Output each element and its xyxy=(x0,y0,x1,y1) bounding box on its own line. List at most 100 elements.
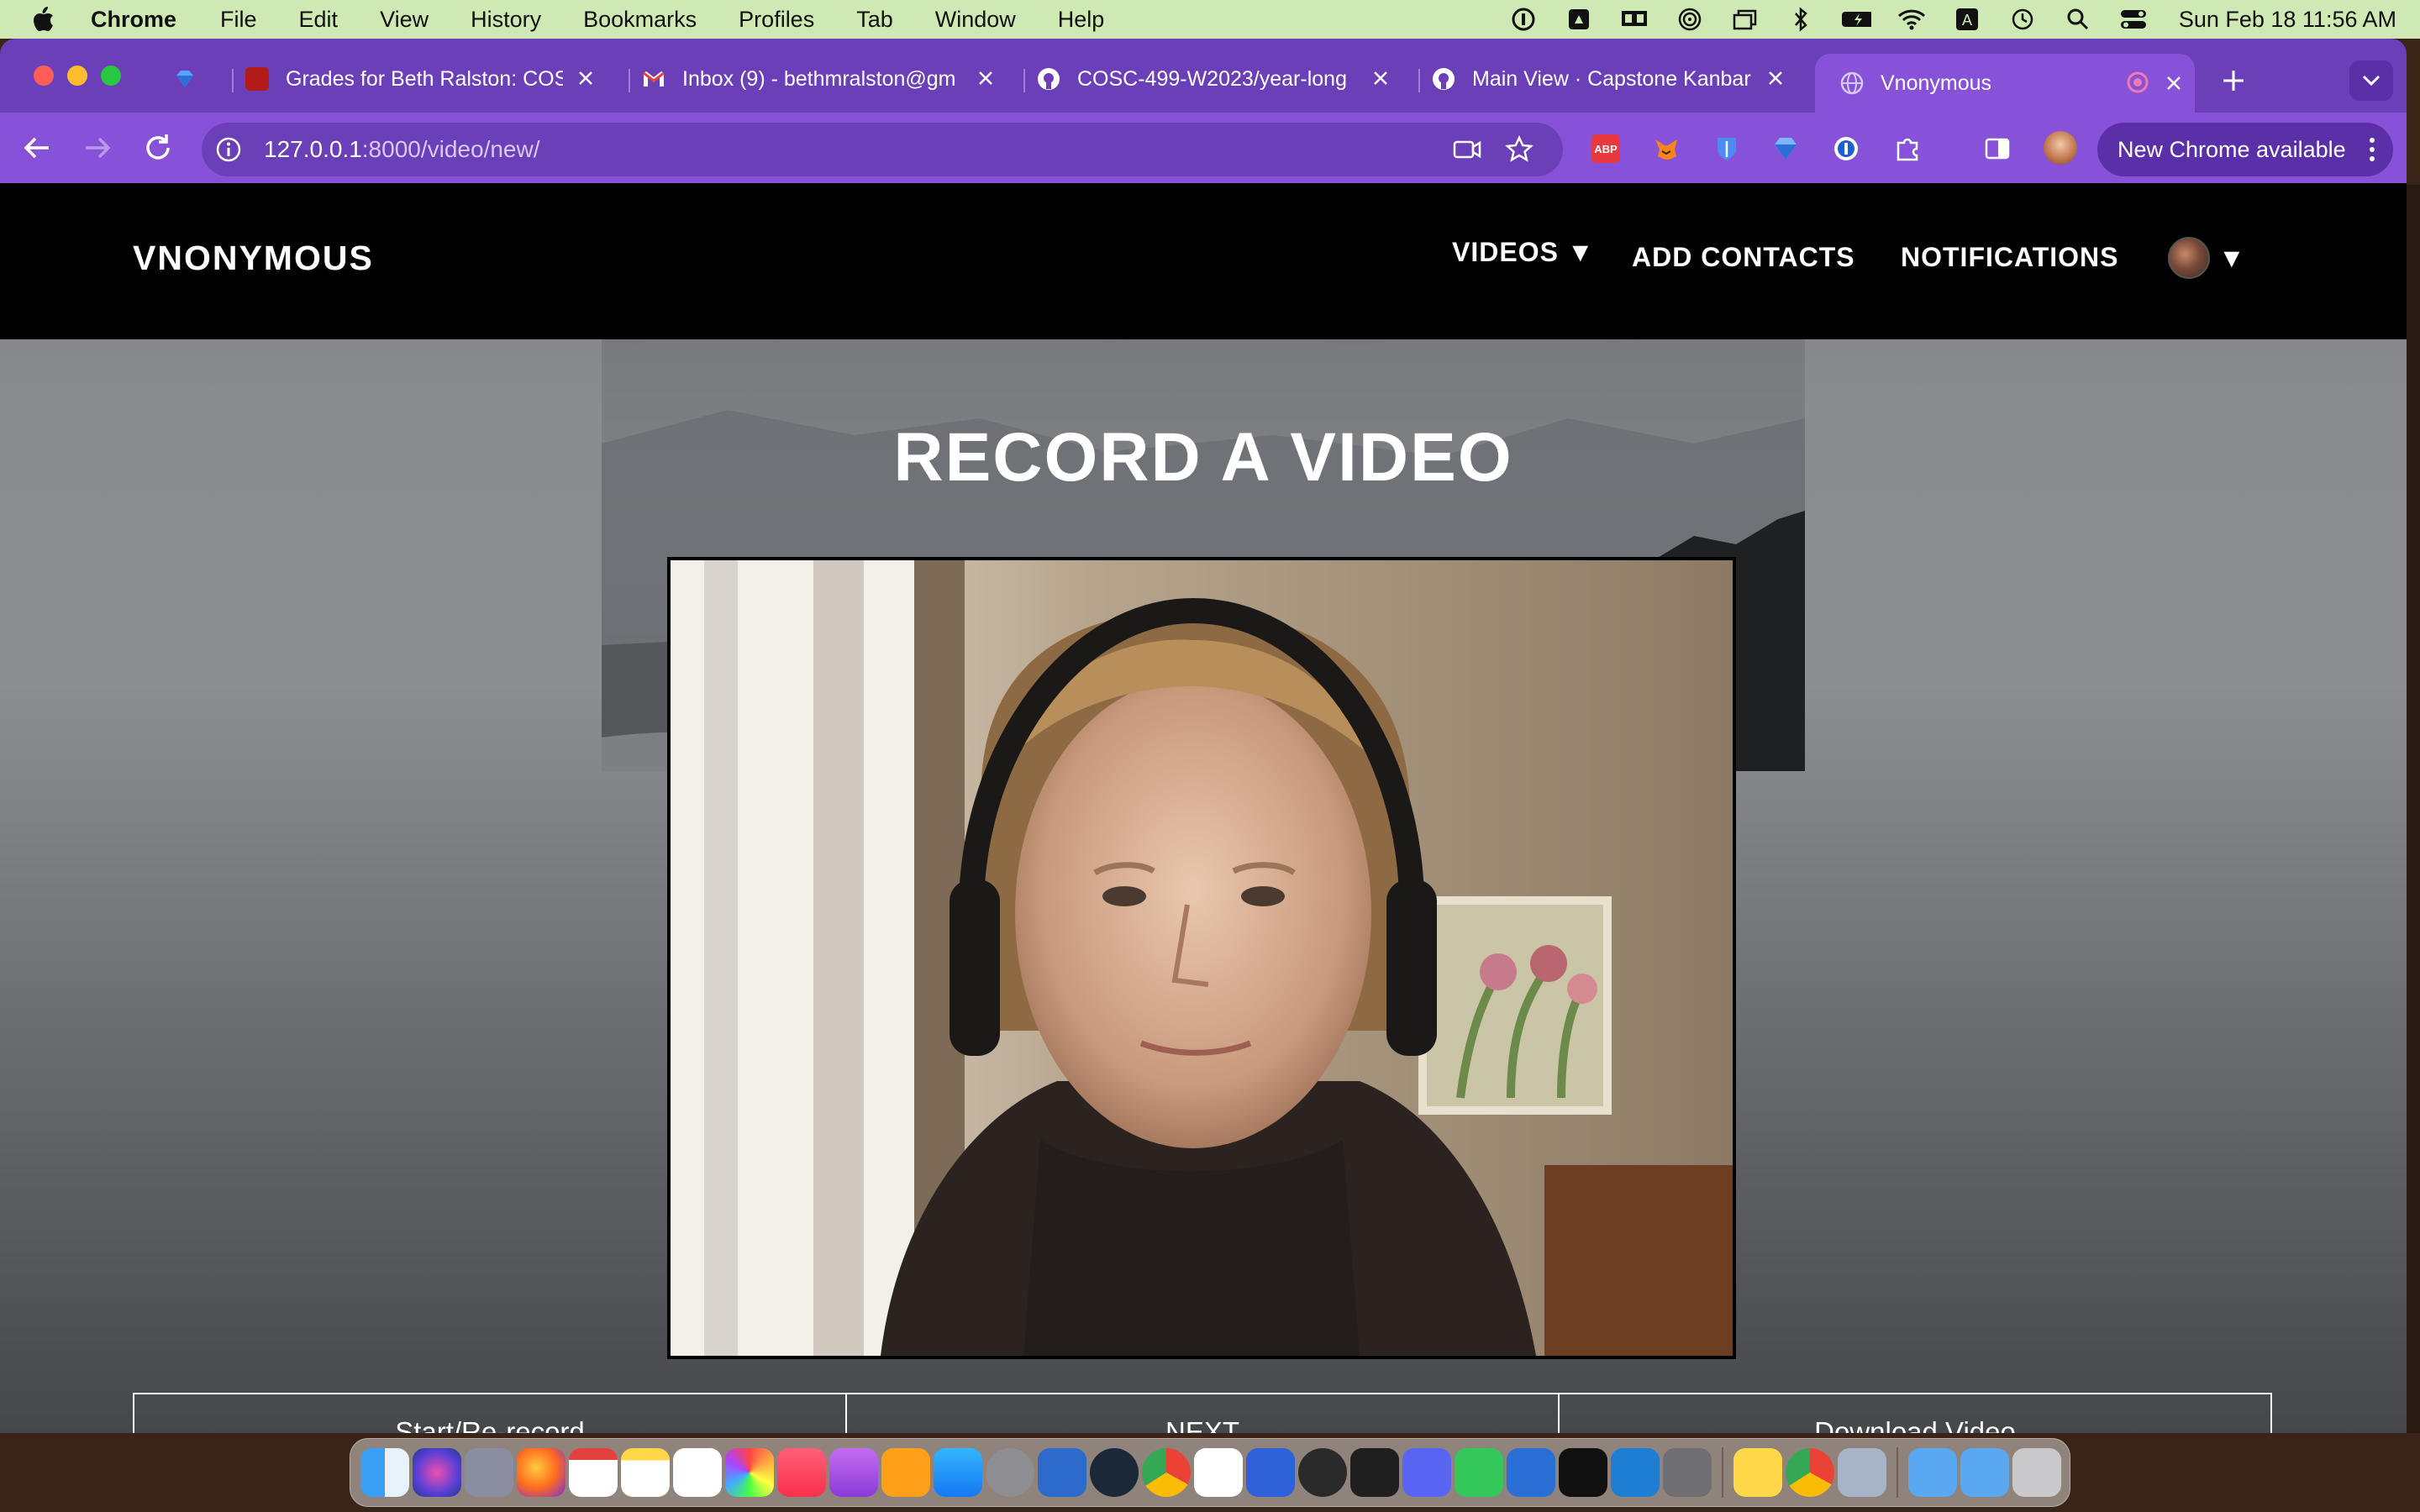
forward-arrow-icon[interactable] xyxy=(81,131,114,165)
control-center-icon[interactable] xyxy=(2118,7,2149,32)
launchpad-icon[interactable] xyxy=(465,1448,513,1497)
download-video-button[interactable]: Download Video xyxy=(1560,1393,2272,1433)
new-tab-plus-icon[interactable] xyxy=(2218,66,2249,96)
applications-folder-icon[interactable] xyxy=(1960,1448,2009,1497)
close-tab-icon[interactable] xyxy=(2161,71,2186,96)
bookmark-star-icon[interactable] xyxy=(1504,134,1534,165)
disk-utility-icon[interactable] xyxy=(1298,1448,1347,1497)
virtualbox-icon[interactable] xyxy=(1038,1448,1086,1497)
new-chrome-available-button[interactable]: New Chrome available xyxy=(2097,123,2393,176)
tab-gmail-inbox[interactable]: Inbox (9) - bethmralston@gm xyxy=(629,54,998,104)
menu-clock[interactable]: Sun Feb 18 11:56 AM xyxy=(2179,7,2396,33)
menu-edit[interactable]: Edit xyxy=(299,7,339,33)
time-machine-icon[interactable] xyxy=(2007,7,2038,32)
tab-canvas-grades[interactable]: Grades for Beth Ralston: COS xyxy=(232,54,598,104)
menu-view[interactable]: View xyxy=(380,7,429,33)
side-panel-icon[interactable] xyxy=(1983,134,2012,163)
camera-in-use-icon[interactable] xyxy=(1452,136,1482,163)
next-button[interactable]: NEXT xyxy=(847,1393,1560,1433)
profile-menu[interactable]: ▼ xyxy=(2168,237,2245,279)
books-icon[interactable] xyxy=(881,1448,930,1497)
nav-videos-dropdown[interactable]: VIDEOS ▼ xyxy=(1452,237,1594,268)
bluetooth-icon[interactable] xyxy=(1786,7,1816,32)
system-settings-icon[interactable] xyxy=(986,1448,1034,1497)
trash-icon[interactable] xyxy=(2012,1448,2061,1497)
mail-client-icon[interactable] xyxy=(1507,1448,1555,1497)
airdrop-status-icon[interactable] xyxy=(1675,7,1705,32)
screenshot-icon[interactable] xyxy=(1663,1448,1712,1497)
start-rerecord-button[interactable]: Start/Re-record xyxy=(133,1393,847,1433)
menu-window[interactable]: Window xyxy=(935,7,1016,33)
menu-bookmarks[interactable]: Bookmarks xyxy=(583,7,697,33)
minimize-window-button[interactable] xyxy=(67,66,87,86)
apple-menu-icon[interactable] xyxy=(30,5,57,34)
messages-icon[interactable] xyxy=(1455,1448,1503,1497)
google-drive-status-icon[interactable] xyxy=(1564,7,1594,32)
automator-icon[interactable] xyxy=(1194,1448,1243,1497)
siri-icon[interactable] xyxy=(413,1448,461,1497)
url-text[interactable]: 127.0.0.1:8000/video/new/ xyxy=(264,136,540,163)
menu-history[interactable]: History xyxy=(471,7,541,33)
terminal-icon[interactable] xyxy=(1559,1448,1607,1497)
final-cut-icon[interactable] xyxy=(1350,1448,1399,1497)
chrome-menu-kebab-icon[interactable] xyxy=(2368,136,2376,163)
tab-search-chevron-icon[interactable] xyxy=(2349,60,2393,101)
site-info-icon[interactable] xyxy=(215,136,242,163)
zoom-window-button[interactable] xyxy=(101,66,121,86)
firefox-icon[interactable] xyxy=(517,1448,566,1497)
close-tab-icon[interactable] xyxy=(973,66,998,91)
vscode-icon[interactable] xyxy=(1611,1448,1660,1497)
steam-icon[interactable] xyxy=(1090,1448,1139,1497)
app-store-icon[interactable] xyxy=(934,1448,982,1497)
back-arrow-icon[interactable] xyxy=(20,131,54,165)
tab-capstone-kanban[interactable]: Main View · Capstone Kanbar xyxy=(1418,54,1788,104)
onepassword-ext-icon[interactable] xyxy=(1832,134,1860,163)
metamask-fox-icon[interactable] xyxy=(1652,134,1681,163)
github-icon xyxy=(1037,67,1060,91)
chrome-profile-avatar[interactable] xyxy=(2044,131,2077,165)
preview-icon[interactable] xyxy=(1838,1448,1886,1497)
menu-file[interactable]: File xyxy=(220,7,257,33)
discord-icon[interactable] xyxy=(1402,1448,1451,1497)
notes-icon[interactable] xyxy=(621,1448,670,1497)
freeform-icon[interactable] xyxy=(673,1448,722,1497)
close-tab-icon[interactable] xyxy=(1763,66,1788,91)
stickies-icon[interactable] xyxy=(1733,1448,1782,1497)
chrome-icon[interactable] xyxy=(1142,1448,1191,1497)
menu-app-name[interactable]: Chrome xyxy=(91,7,176,33)
reload-icon[interactable] xyxy=(141,131,175,165)
webcam-preview-video[interactable] xyxy=(667,557,1736,1359)
bitwarden-icon[interactable] xyxy=(1712,134,1741,163)
menu-profiles[interactable]: Profiles xyxy=(739,7,814,33)
sketch-diamond-ext-icon[interactable] xyxy=(1771,134,1800,163)
adblock-plus-icon[interactable]: ABP xyxy=(1591,134,1620,163)
display-status-icon[interactable] xyxy=(1619,7,1649,32)
menu-help[interactable]: Help xyxy=(1058,7,1105,33)
music-icon[interactable] xyxy=(777,1448,826,1497)
address-bar[interactable]: 127.0.0.1:8000/video/new/ xyxy=(202,123,1563,176)
tab-pinned-sketch[interactable] xyxy=(173,54,207,104)
input-source-icon[interactable]: A xyxy=(1952,7,1982,32)
tab-vnonymous[interactable]: Vnonymous xyxy=(1815,54,2195,113)
close-tab-icon[interactable] xyxy=(1368,66,1393,91)
calendar-icon[interactable] xyxy=(569,1448,618,1497)
nav-notifications[interactable]: NOTIFICATIONS xyxy=(1901,242,2119,273)
nav-add-contacts[interactable]: ADD CONTACTS xyxy=(1632,242,1855,273)
onepassword-status-icon[interactable] xyxy=(1508,7,1539,32)
chrome-recent-icon[interactable] xyxy=(1786,1448,1834,1497)
photos-icon[interactable] xyxy=(725,1448,774,1497)
menu-tab[interactable]: Tab xyxy=(856,7,893,33)
close-window-button[interactable] xyxy=(34,66,54,86)
battery-icon[interactable] xyxy=(1841,7,1871,32)
stage-manager-icon[interactable] xyxy=(1730,7,1760,32)
site-logo[interactable]: VNONYMOUS xyxy=(133,239,374,278)
downloads-folder-icon[interactable] xyxy=(1908,1448,1957,1497)
close-tab-icon[interactable] xyxy=(573,66,598,91)
extensions-puzzle-icon[interactable] xyxy=(1894,134,1923,163)
proton-vpn-icon[interactable] xyxy=(1246,1448,1295,1497)
wifi-icon[interactable] xyxy=(1897,7,1927,32)
podcasts-icon[interactable] xyxy=(829,1448,878,1497)
spotlight-icon[interactable] xyxy=(2063,7,2093,32)
finder-icon[interactable] xyxy=(360,1448,409,1497)
tab-github-repo[interactable]: COSC-499-W2023/year-long xyxy=(1023,54,1393,104)
